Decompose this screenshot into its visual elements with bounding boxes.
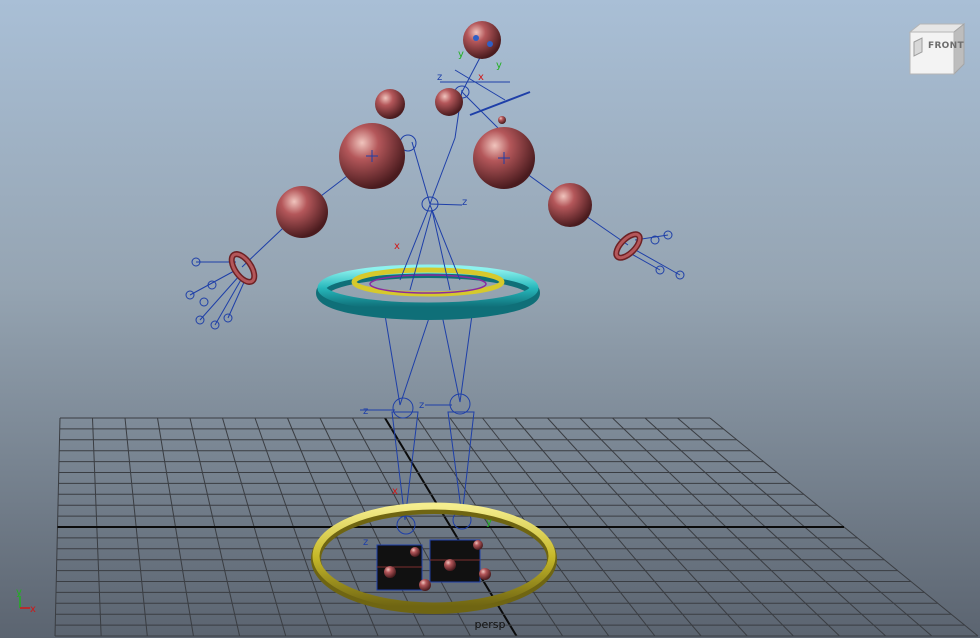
view-cube-front-label: FRONT <box>928 41 964 51</box>
svg-text:z: z <box>419 400 424 411</box>
svg-text:y: y <box>486 517 492 528</box>
svg-text:z: z <box>437 72 442 83</box>
svg-text:x: x <box>30 604 36 615</box>
right-elbow-sphere <box>548 183 592 227</box>
svg-text:y: y <box>458 49 464 60</box>
world-axis-triad: y x <box>16 587 36 615</box>
view-cube[interactable]: FRONT <box>908 22 966 76</box>
svg-text:x: x <box>392 486 398 497</box>
svg-text:x: x <box>478 72 484 83</box>
svg-text:z: z <box>462 197 467 208</box>
left-elbow-sphere <box>276 186 328 238</box>
joint-axis-glyphs: z z z z y x x y z x y <box>363 49 502 548</box>
right-foot-pad <box>429 539 481 583</box>
svg-text:z: z <box>363 406 368 417</box>
head-sphere <box>463 21 501 59</box>
left-knee-joint <box>392 397 414 419</box>
leg-skeleton[interactable] <box>360 314 475 535</box>
persp-viewport[interactable]: z z z z y x x y z x y y x FRONT persp <box>0 0 980 638</box>
svg-text:y: y <box>496 60 502 71</box>
scene-canvas[interactable]: z z z z y x x y z x y y x <box>0 0 980 638</box>
svg-text:y: y <box>16 587 22 598</box>
control-spheres[interactable] <box>276 21 592 238</box>
svg-text:z: z <box>363 537 368 548</box>
left-clavicle-sphere <box>375 89 405 119</box>
hip-control-ring[interactable] <box>316 264 540 320</box>
svg-text:x: x <box>394 241 400 252</box>
right-knee-joint <box>449 393 471 415</box>
right-clavicle-sphere <box>435 88 463 116</box>
feet-controls[interactable] <box>376 539 491 591</box>
camera-name-label: persp <box>474 618 506 631</box>
